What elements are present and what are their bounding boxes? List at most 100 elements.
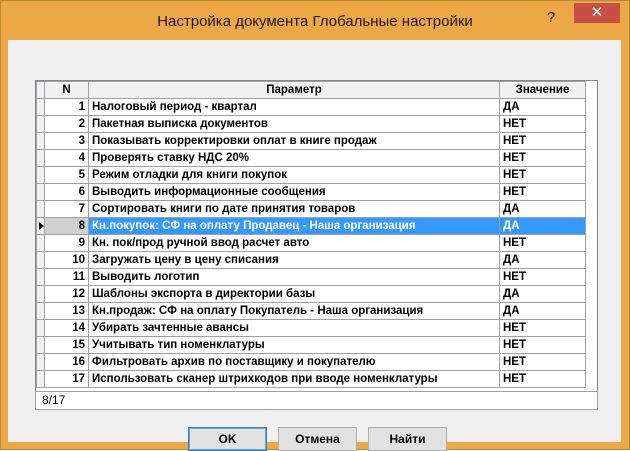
- column-header-parameter[interactable]: Параметр: [88, 81, 500, 99]
- row-indicator: [36, 98, 45, 116]
- find-button[interactable]: Найти: [368, 427, 447, 451]
- value-cell[interactable]: ДА: [499, 200, 586, 218]
- table-row[interactable]: 12 Шаблоны экспорта в директории базы ДА: [36, 285, 586, 303]
- value-cell[interactable]: НЕТ: [499, 132, 586, 150]
- row-indicator: [36, 200, 45, 218]
- row-number-cell[interactable]: 16: [44, 353, 89, 371]
- parameter-cell[interactable]: Выводить логотип: [88, 268, 500, 286]
- row-number-cell[interactable]: 11: [44, 268, 89, 286]
- table-row[interactable]: 8 Кн.покупок: СФ на оплату Продавец - Наш…: [36, 217, 586, 235]
- parameter-cell[interactable]: Шаблоны экспорта в директории базы: [88, 285, 500, 303]
- row-indicator: [36, 336, 45, 354]
- row-indicator: [36, 132, 45, 150]
- table-row[interactable]: 10 Загружать цену в цену списания ДА: [36, 251, 586, 269]
- value-cell[interactable]: НЕТ: [499, 268, 586, 286]
- parameter-cell[interactable]: Кн.продаж: СФ на оплату Покупатель - Наш…: [88, 302, 500, 320]
- value-cell[interactable]: НЕТ: [499, 166, 586, 184]
- parameter-cell[interactable]: Показывать корректировки оплат в книге п…: [88, 132, 500, 150]
- value-cell[interactable]: ДА: [499, 98, 586, 116]
- column-header-value[interactable]: Значение: [499, 81, 586, 99]
- help-button[interactable]: ?: [536, 7, 566, 29]
- value-cell[interactable]: НЕТ: [499, 183, 586, 201]
- row-indicator: [36, 370, 45, 388]
- row-number-cell[interactable]: 3: [44, 132, 89, 150]
- row-number-cell[interactable]: 4: [44, 149, 89, 167]
- row-indicator: [36, 353, 45, 371]
- row-indicator: [36, 251, 45, 269]
- parameter-cell[interactable]: Использовать сканер штрихкодов при вводе…: [88, 370, 500, 388]
- record-position: 8/17: [42, 393, 66, 407]
- table-row[interactable]: 5 Режим отладки для книги покупок НЕТ: [36, 166, 586, 184]
- table-row[interactable]: 16 Фильтровать архив по поставщику и поку…: [36, 353, 586, 371]
- table-row[interactable]: 14 Убирать зачтенные авансы НЕТ: [36, 319, 586, 337]
- current-row-arrow-icon: [39, 222, 44, 230]
- settings-table: N Параметр Значение 1 Налоговый период - …: [36, 81, 586, 388]
- table-row[interactable]: 1 Налоговый период - квартал ДА: [36, 98, 586, 116]
- value-cell[interactable]: НЕТ: [499, 370, 586, 388]
- row-number-cell[interactable]: 14: [44, 319, 89, 337]
- value-cell[interactable]: ДА: [499, 302, 586, 320]
- column-header-n[interactable]: N: [44, 81, 89, 99]
- cancel-button[interactable]: Отмена: [278, 427, 357, 451]
- value-cell[interactable]: НЕТ: [499, 234, 586, 252]
- parameter-cell[interactable]: Убирать зачтенные авансы: [88, 319, 500, 337]
- row-number-cell[interactable]: 9: [44, 234, 89, 252]
- row-indicator: [36, 115, 45, 133]
- value-cell[interactable]: НЕТ: [499, 149, 586, 167]
- row-number-cell[interactable]: 15: [44, 336, 89, 354]
- close-button[interactable]: ✕: [574, 3, 620, 23]
- table-row[interactable]: 2 Пакетная выписка документов НЕТ: [36, 115, 586, 133]
- row-indicator: [36, 319, 45, 337]
- table-row[interactable]: 7 Сортировать книги по дате принятия това…: [36, 200, 586, 218]
- row-indicator: [36, 234, 45, 252]
- parameter-cell[interactable]: Кн. пок/прод ручной ввод расчет авто: [88, 234, 500, 252]
- table-row[interactable]: 13 Кн.продаж: СФ на оплату Покупатель - Н…: [36, 302, 586, 320]
- row-indicator: [36, 217, 45, 235]
- row-number-cell[interactable]: 10: [44, 251, 89, 269]
- dialog-window: Настройка документа Глобальные настройки…: [0, 0, 630, 451]
- row-indicator: [36, 149, 45, 167]
- table-row[interactable]: 9 Кн. пок/прод ручной ввод расчет авто НЕТ: [36, 234, 586, 252]
- value-cell[interactable]: ДА: [499, 251, 586, 269]
- indicator-header: [36, 81, 45, 99]
- parameter-cell[interactable]: Пакетная выписка документов: [88, 115, 500, 133]
- parameter-cell[interactable]: Загружать цену в цену списания: [88, 251, 500, 269]
- table-row[interactable]: 4 Проверять ставку НДС 20% НЕТ: [36, 149, 586, 167]
- value-cell[interactable]: ДА: [499, 285, 586, 303]
- ok-button[interactable]: OK: [188, 427, 267, 451]
- value-cell[interactable]: НЕТ: [499, 336, 586, 354]
- table-row[interactable]: 6 Выводить информационные сообщения НЕТ: [36, 183, 586, 201]
- row-number-cell[interactable]: 13: [44, 302, 89, 320]
- settings-grid[interactable]: N Параметр Значение 1 Налоговый период - …: [35, 80, 598, 392]
- value-cell[interactable]: НЕТ: [499, 319, 586, 337]
- row-indicator: [36, 285, 45, 303]
- row-number-cell[interactable]: 17: [44, 370, 89, 388]
- table-row[interactable]: 11 Выводить логотип НЕТ: [36, 268, 586, 286]
- table-row[interactable]: 3 Показывать корректировки оплат в книге …: [36, 132, 586, 150]
- dialog-body: N Параметр Значение 1 Налоговый период - …: [8, 40, 621, 451]
- value-cell[interactable]: НЕТ: [499, 353, 586, 371]
- row-number-cell[interactable]: 12: [44, 285, 89, 303]
- parameter-cell[interactable]: Кн.покупок: СФ на оплату Продавец - Наша…: [88, 217, 500, 235]
- window-title: Настройка документа Глобальные настройки: [157, 13, 473, 30]
- parameter-cell[interactable]: Режим отладки для книги покупок: [88, 166, 500, 184]
- row-number-cell[interactable]: 7: [44, 200, 89, 218]
- row-indicator: [36, 268, 45, 286]
- row-number-cell[interactable]: 6: [44, 183, 89, 201]
- row-number-cell[interactable]: 5: [44, 166, 89, 184]
- row-indicator: [36, 183, 45, 201]
- parameter-cell[interactable]: Учитывать тип номенклатуры: [88, 336, 500, 354]
- parameter-cell[interactable]: Фильтровать архив по поставщику и покупа…: [88, 353, 500, 371]
- value-cell[interactable]: ДА: [499, 217, 586, 235]
- row-number-cell[interactable]: 2: [44, 115, 89, 133]
- table-row[interactable]: 17 Использовать сканер штрихкодов при вво…: [36, 370, 586, 388]
- parameter-cell[interactable]: Проверять ставку НДС 20%: [88, 149, 500, 167]
- row-number-cell[interactable]: 1: [44, 98, 89, 116]
- table-row[interactable]: 15 Учитывать тип номенклатуры НЕТ: [36, 336, 586, 354]
- row-number-cell[interactable]: 8: [44, 217, 89, 235]
- parameter-cell[interactable]: Выводить информационные сообщения: [88, 183, 500, 201]
- value-cell[interactable]: НЕТ: [499, 115, 586, 133]
- parameter-cell[interactable]: Сортировать книги по дате принятия товар…: [88, 200, 500, 218]
- title-bar[interactable]: Настройка документа Глобальные настройки…: [1, 1, 629, 40]
- parameter-cell[interactable]: Налоговый период - квартал: [88, 98, 500, 116]
